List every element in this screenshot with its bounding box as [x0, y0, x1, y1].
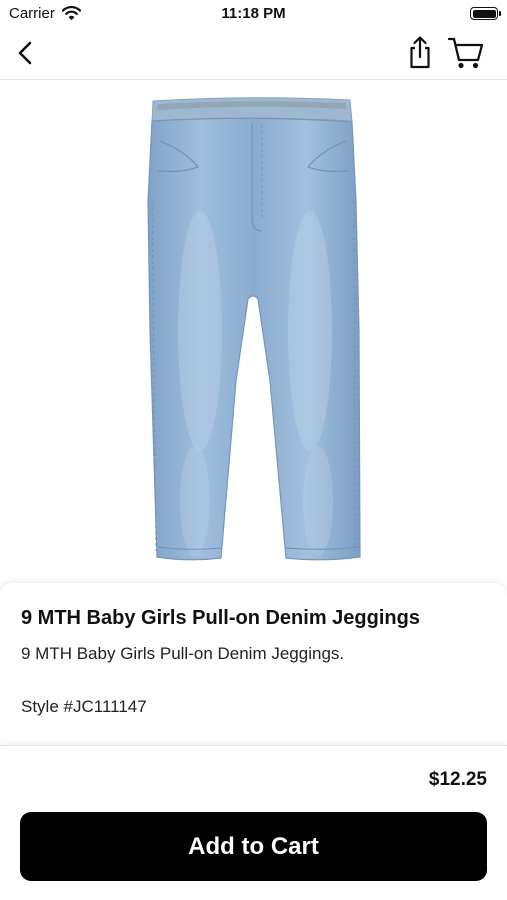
cart-button[interactable] [446, 33, 486, 71]
status-bar: Carrier 11:18 PM [0, 0, 507, 28]
product-description: 9 MTH Baby Girls Pull-on Denim Jeggings. [21, 644, 345, 663]
product-style-number: Style #JC111147 [21, 697, 147, 716]
product-image [147, 97, 361, 561]
clock: 11:18 PM [221, 5, 286, 22]
back-button[interactable] [10, 36, 40, 70]
product-title: 9 MTH Baby Girls Pull-on Denim Jeggings [21, 607, 420, 629]
product-price: $12.25 [428, 769, 487, 790]
share-icon [410, 36, 430, 69]
product-info-card: 9 MTH Baby Girls Pull-on Denim Jeggings … [0, 583, 507, 745]
share-button[interactable] [402, 32, 438, 72]
battery-full-icon [470, 7, 501, 20]
nav-bar [0, 28, 507, 80]
purchase-footer: $12.25 Add to Cart [0, 745, 507, 900]
cart-icon [447, 37, 484, 69]
add-to-cart-button[interactable]: Add to Cart [20, 812, 487, 881]
chevron-left-icon [18, 41, 32, 65]
